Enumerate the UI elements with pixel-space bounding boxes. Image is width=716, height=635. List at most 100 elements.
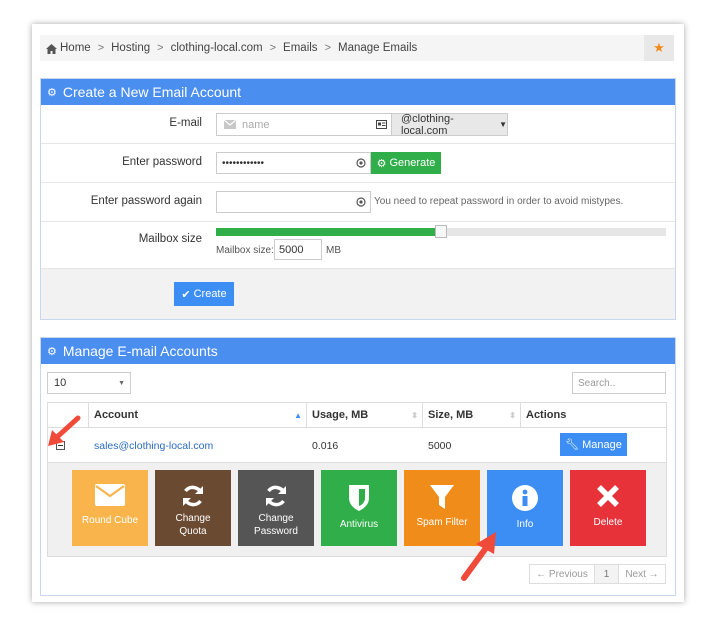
action-tiles-area: Round Cube Change Quota Change Password … — [47, 463, 667, 557]
change-quota-tile[interactable]: Change Quota — [155, 470, 231, 546]
check-icon: ✔ — [181, 288, 191, 301]
change-password-tile[interactable]: Change Password — [238, 470, 314, 546]
search-placeholder: Search.. — [578, 377, 616, 389]
favorite-star-button[interactable]: ★ — [644, 35, 674, 61]
contact-card-icon[interactable] — [376, 120, 387, 129]
refresh-icon — [266, 485, 286, 507]
email-name-field[interactable]: name — [216, 113, 391, 136]
repeat-password-hint: You need to repeat password in order to … — [374, 196, 624, 207]
manage-email-panel: ⚙ Manage E-mail Accounts 10 ▼ Search.. A… — [40, 337, 676, 596]
create-panel-header: ⚙ Create a New Email Account — [41, 79, 675, 105]
roundcube-label: Round Cube — [81, 515, 139, 526]
column-actions: Actions — [520, 402, 667, 428]
envelope-icon — [95, 484, 125, 506]
domain-value: @clothing-local.com — [401, 112, 454, 137]
column-size[interactable]: Size, MB ⬍ — [422, 402, 521, 428]
mailbox-size-value: 5000 — [279, 243, 304, 256]
breadcrumb-separator: > — [324, 42, 331, 54]
create-panel-title: Create a New Email Account — [62, 84, 242, 100]
sort-asc-icon: ▲ — [294, 410, 302, 420]
create-email-panel: ⚙ Create a New Email Account E-mail name… — [40, 78, 676, 320]
create-footer: ✔ Create — [41, 269, 675, 319]
table-header: Account ▲ Usage, MB ⬍ Size, MB ⬍ Actions — [47, 402, 667, 428]
close-icon — [597, 485, 619, 507]
breadcrumb-current: Manage Emails — [338, 42, 418, 54]
page-1-button[interactable]: 1 — [594, 564, 619, 584]
password-again-row: Enter password again You need to repeat … — [41, 183, 675, 222]
email-placeholder: name — [242, 118, 270, 131]
create-label: Create — [193, 288, 227, 300]
annotation-arrow-info — [461, 532, 496, 581]
filter-icon — [430, 485, 454, 509]
home-icon — [46, 43, 57, 54]
next-page-button[interactable]: Next → — [618, 564, 666, 584]
mailbox-size-unit: MB — [326, 245, 341, 256]
mailbox-slider-handle[interactable] — [435, 225, 447, 238]
breadcrumb-emails[interactable]: Emails — [283, 42, 318, 54]
generate-label: Generate — [389, 157, 436, 169]
column-account-label: Account — [94, 409, 138, 421]
manage-label: Manage — [582, 438, 622, 451]
breadcrumb-home[interactable]: Home — [60, 42, 91, 54]
refresh-icon — [183, 485, 203, 507]
change-quota-label: Change Quota — [175, 513, 211, 537]
mailbox-slider[interactable] — [216, 225, 666, 238]
password-again-label: Enter password again — [90, 195, 202, 207]
cogs-icon: ⚙ — [47, 86, 57, 99]
search-input[interactable]: Search.. — [572, 372, 666, 394]
size-value: 5000 — [428, 440, 452, 452]
column-actions-label: Actions — [526, 409, 567, 421]
password-field[interactable]: •••••••••••• — [216, 152, 371, 174]
info-icon — [512, 485, 538, 511]
column-size-label: Size, MB — [428, 409, 474, 421]
email-row: E-mail name @clothing-local.com ▼ — [41, 105, 675, 144]
password-again-field[interactable] — [216, 191, 371, 213]
page-size-value: 10 — [54, 377, 67, 389]
caret-down-icon: ▼ — [499, 120, 507, 129]
star-icon: ★ — [653, 40, 665, 55]
manage-panel-header: ⚙ Manage E-mail Accounts — [41, 338, 675, 364]
delete-tile[interactable]: Delete — [570, 470, 646, 546]
manage-panel-title: Manage E-mail Accounts — [62, 343, 218, 359]
show-password-icon[interactable] — [356, 158, 366, 168]
sort-icon: ⬍ — [509, 410, 516, 420]
breadcrumb-separator: > — [97, 42, 105, 54]
page-size-select[interactable]: 10 ▼ — [47, 372, 131, 394]
mailbox-size-input[interactable]: 5000 — [274, 239, 322, 260]
breadcrumb-separator: > — [269, 42, 277, 54]
breadcrumb-hosting[interactable]: Hosting — [111, 42, 150, 54]
antivirus-label: Antivirus — [339, 519, 379, 530]
password-row: Enter password •••••••••••• ⚙ Generate — [41, 144, 675, 183]
change-password-label: Change Password — [254, 513, 298, 537]
column-usage-label: Usage, MB — [312, 409, 369, 421]
mailbox-size-row: Mailbox size Mailbox size: 5000 MB — [41, 222, 675, 269]
previous-label: ← Previous — [536, 568, 588, 580]
generate-password-button[interactable]: ⚙ Generate — [371, 152, 441, 174]
manage-button[interactable]: 🔧︎ Manage — [560, 433, 627, 456]
table-row: sales@clothing-local.com 0.016 5000 🔧︎ M… — [47, 428, 667, 463]
column-account[interactable]: Account ▲ — [88, 402, 307, 428]
caret-down-icon: ▼ — [118, 379, 125, 387]
column-usage[interactable]: Usage, MB ⬍ — [306, 402, 423, 428]
previous-page-button[interactable]: ← Previous — [529, 564, 595, 584]
sort-icon: ⬍ — [411, 410, 418, 420]
antivirus-tile[interactable]: Antivirus — [321, 470, 397, 546]
page-1-label: 1 — [603, 568, 610, 580]
password-value: •••••••••••• — [222, 157, 265, 169]
show-password-again-icon[interactable] — [356, 197, 366, 207]
breadcrumb: Home > Hosting > clothing-local.com > Em… — [40, 35, 674, 61]
roundcube-tile[interactable]: Round Cube — [72, 470, 148, 546]
next-label: Next → — [625, 568, 659, 580]
email-label: E-mail — [169, 117, 202, 129]
mailbox-label: Mailbox size — [138, 233, 202, 245]
info-label: Info — [516, 519, 534, 530]
create-button[interactable]: ✔ Create — [174, 282, 234, 306]
domain-select[interactable]: @clothing-local.com ▼ — [391, 112, 508, 137]
cogs-icon: ⚙ — [47, 345, 57, 358]
mailbox-size-inline-label: Mailbox size: — [216, 245, 274, 256]
password-label: Enter password — [122, 156, 202, 168]
delete-label: Delete — [593, 517, 623, 528]
breadcrumb-domain[interactable]: clothing-local.com — [171, 42, 263, 54]
account-link[interactable]: sales@clothing-local.com — [94, 440, 213, 452]
gear-icon: ⚙ — [376, 157, 387, 170]
